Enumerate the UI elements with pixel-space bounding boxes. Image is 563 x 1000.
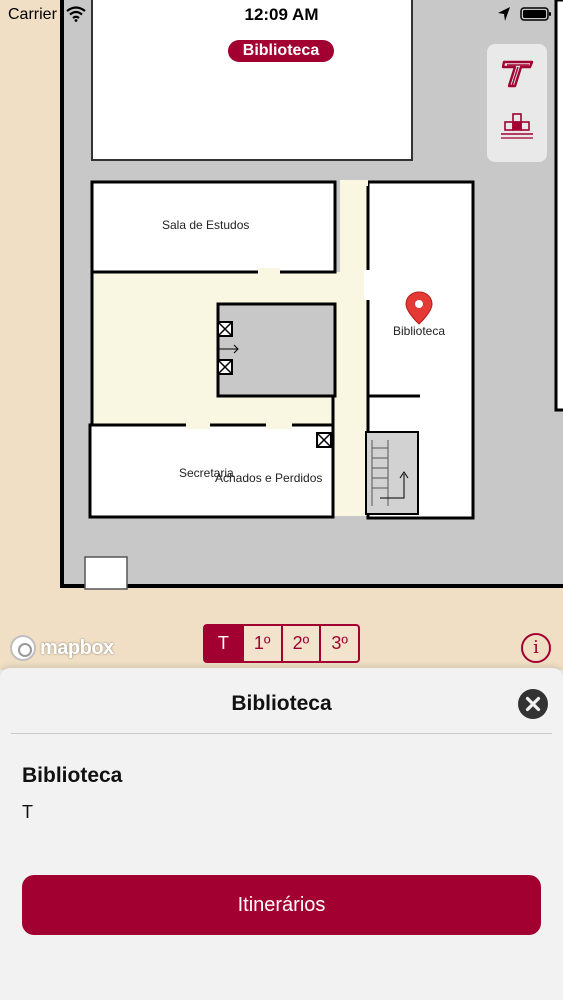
floor-button-t[interactable]: T [205,626,244,661]
east-wing [554,0,563,412]
corridor-opening [340,180,368,186]
elevator-icon [316,432,332,448]
central-block [216,302,337,398]
location-arrow-icon [498,7,510,21]
elevator-icon [217,321,233,337]
building-name-badge[interactable]: Biblioteca [228,40,334,62]
map-info-button[interactable]: i [521,633,551,663]
close-sheet-button[interactable] [518,689,548,719]
mapbox-wordmark: mapbox [40,636,114,659]
entrance-box [84,556,128,590]
status-bar: Carrier 12:09 AM [0,0,563,30]
close-icon [525,696,541,712]
room-label-library: Biblioteca [393,324,446,338]
floor-levels-button[interactable] [495,110,539,154]
lost-found-door [266,421,292,429]
staircase [365,431,419,515]
mapbox-attribution-logo[interactable]: mapbox [10,634,114,662]
floor-levels-icon [501,113,533,139]
mapbox-logo-icon [10,635,36,661]
sheet-title: Biblioteca [231,692,332,715]
university-logo-button[interactable] [495,52,539,96]
sheet-divider [11,733,552,734]
study-room-door [258,268,280,276]
elevator-icon [217,359,233,375]
place-floor: T [22,802,33,822]
status-time: 12:09 AM [244,5,319,24]
battery-icon [520,7,551,21]
place-name: Biblioteca [22,764,123,787]
room-label-secretary: Secretaria [179,466,234,480]
map-side-toolbar [487,44,547,162]
library-door [364,270,372,300]
secretary-door [186,421,210,429]
floor-selector: T 1º 2º 3º [203,624,360,663]
floor-map[interactable] [0,0,563,670]
floor-button-1[interactable]: 1º [244,626,283,661]
place-details-sheet: Biblioteca Biblioteca T Itinerários [0,668,563,1000]
university-logo-icon [501,60,534,88]
room-label-study: Sala de Estudos [162,218,250,232]
floor-button-2[interactable]: 2º [283,626,322,661]
floor-button-3[interactable]: 3º [321,626,358,661]
itineraries-button[interactable]: Itinerários [22,875,541,935]
